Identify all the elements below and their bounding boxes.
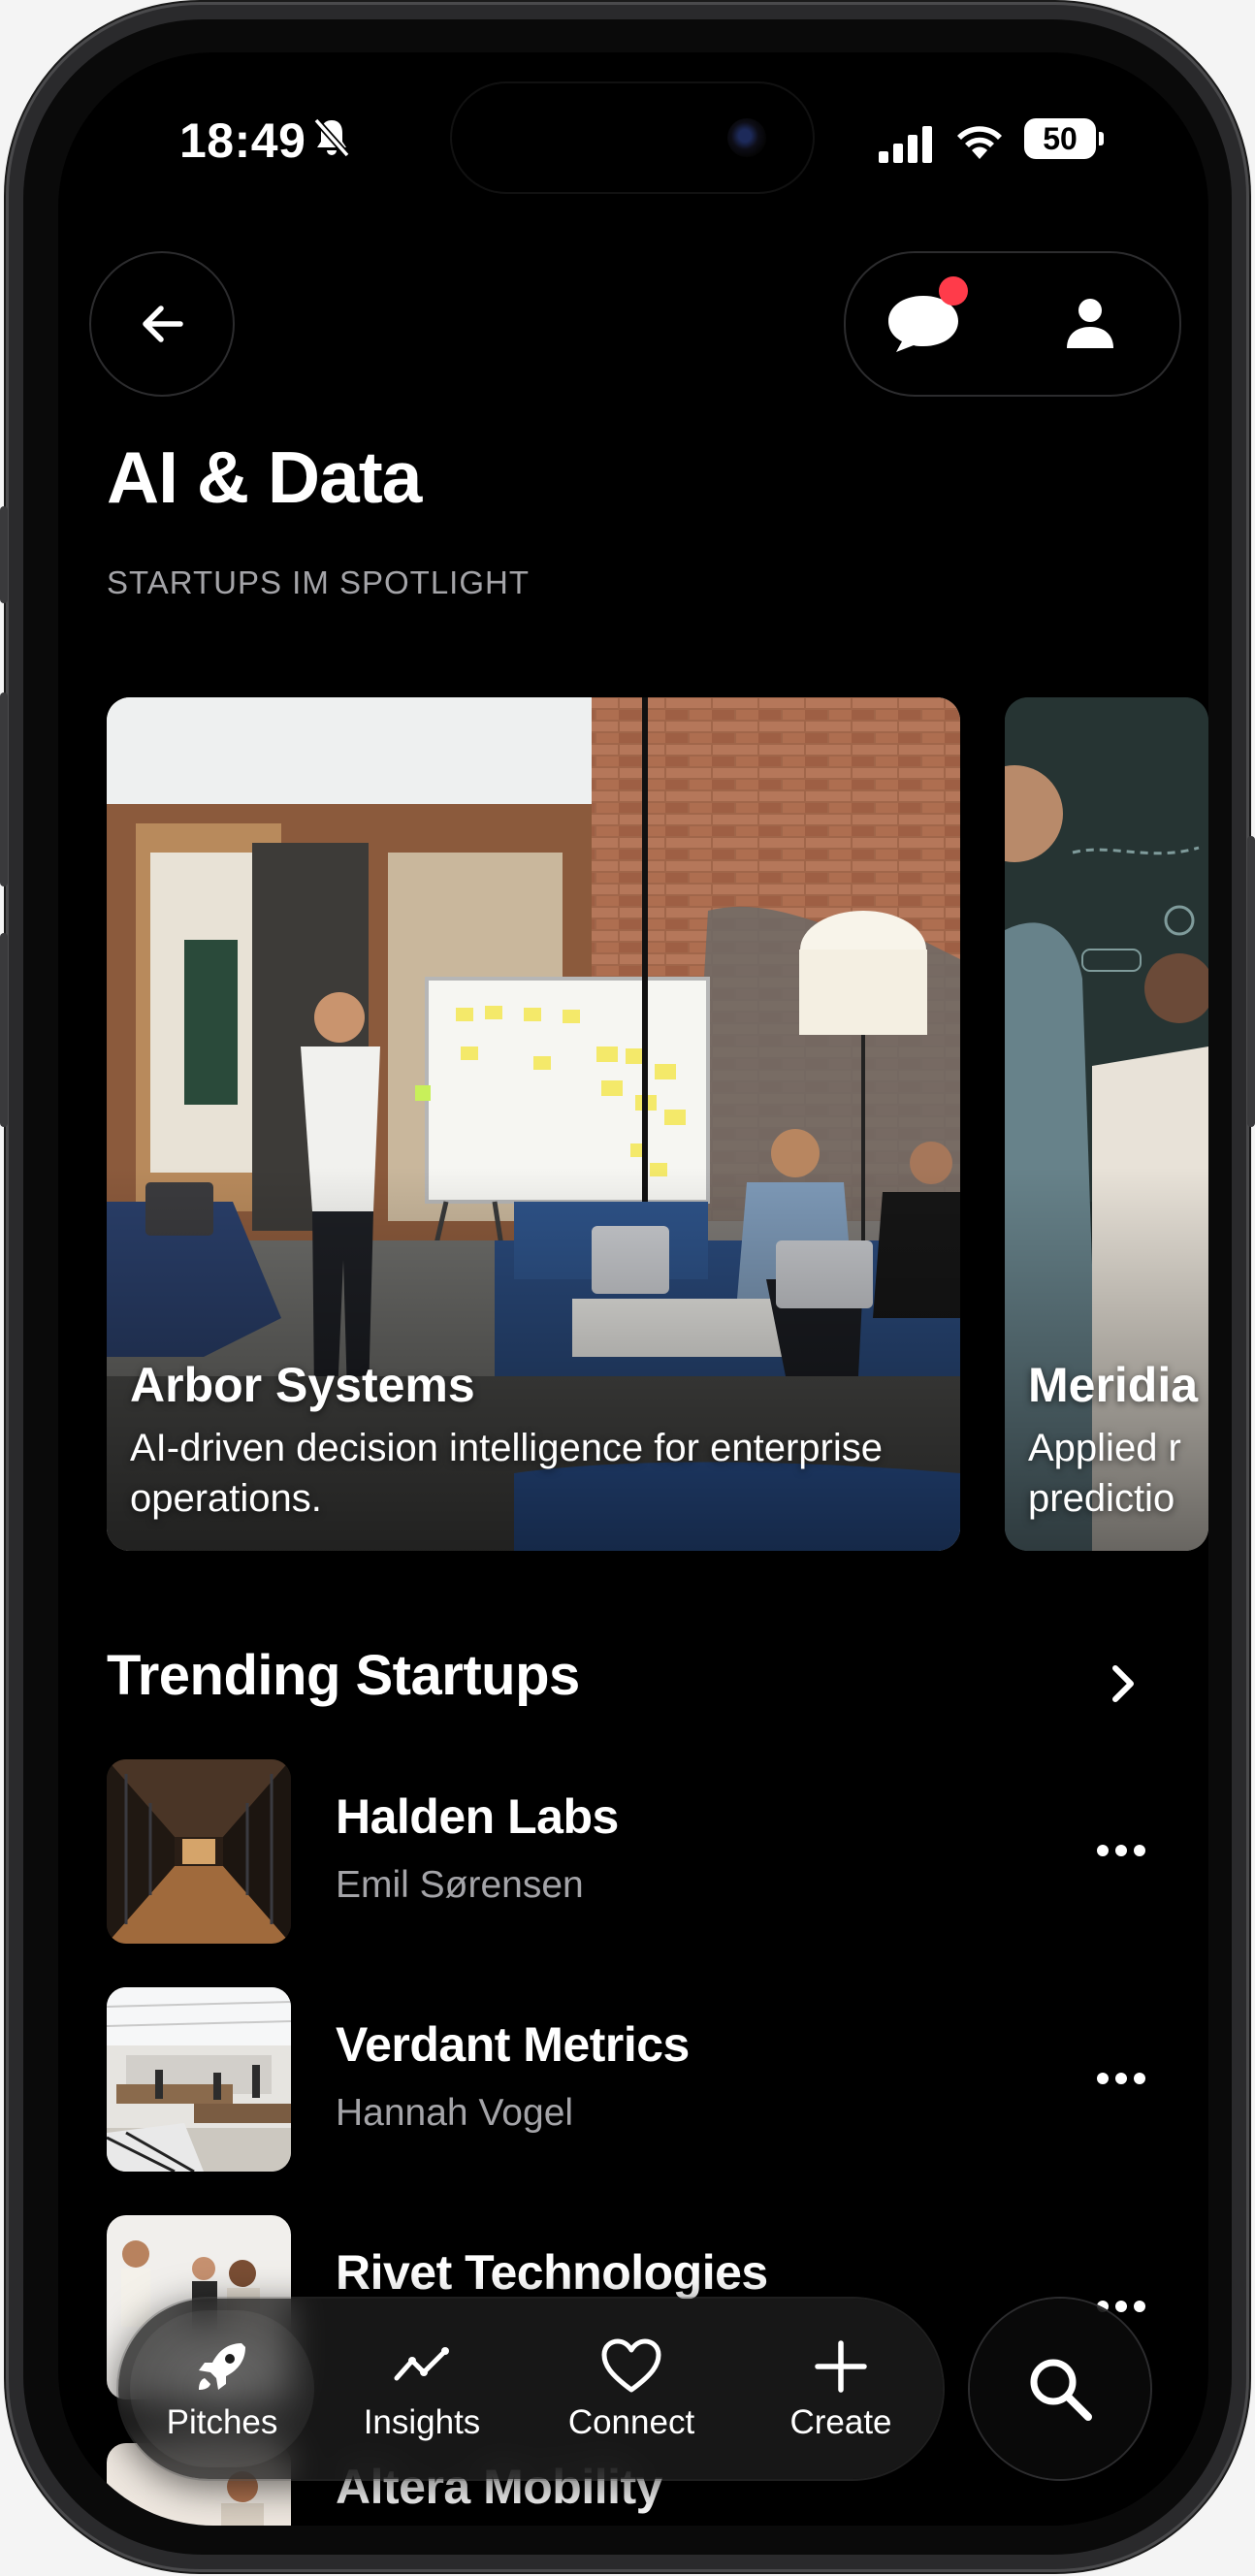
spotlight-card[interactable]: Arbor Systems AI-driven decision intelli… [107,697,960,1551]
person-icon [1067,299,1113,348]
page-title: AI & Data [107,436,422,518]
section-kicker: STARTUPS IM SPOTLIGHT [107,564,530,600]
tab-insights[interactable]: Insights [330,2299,514,2479]
header-action-pill [844,251,1181,397]
profile-button[interactable] [1013,253,1177,395]
heart-icon [601,2338,661,2393]
volume-up-button [0,692,8,886]
startup-name: Rivet Technologies [336,2245,768,2300]
rocket-icon [199,2343,245,2390]
open-office-photo [107,1987,291,2172]
tab-label: Create [789,2403,892,2441]
wifi-icon [957,126,1002,159]
bell-slash-icon [313,117,350,158]
search-button[interactable] [970,2299,1150,2479]
founder-name: Hannah Vogel [336,2092,574,2134]
screen: 18:49 50 AI & Data STARTUPS IM SPOTLIGHT… [58,52,1208,2526]
startup-thumbnail [107,1759,291,1944]
notification-badge [939,276,968,306]
tab-label: Pitches [166,2403,278,2441]
list-item[interactable]: Verdant Metrics Hannah Vogel [107,1987,1164,2172]
tab-bar: Pitches Insights Connect Create [118,2299,943,2479]
tab-create[interactable]: Create [749,2299,933,2479]
spotlight-card-title: Meridia [1028,1358,1199,1412]
startup-thumbnail [107,1987,291,2172]
startup-name: Halden Labs [336,1789,619,1844]
tab-label: Connect [567,2403,695,2441]
spotlight-card[interactable]: Meridia Applied r predictio [1005,697,1208,1551]
more-options-icon[interactable] [1096,1843,1146,1858]
status-bar: 18:49 50 [58,52,1208,227]
power-button [1247,836,1255,1127]
volume-down-button [0,933,8,1127]
tab-connect[interactable]: Connect [530,2299,733,2479]
trending-title: Trending Startups [107,1644,580,1707]
plus-icon [815,2340,867,2393]
camera-icon [727,118,766,157]
chevron-right-icon[interactable] [1104,1662,1142,1705]
list-item[interactable]: Halden Labs Emil Sørensen [107,1759,1164,1944]
spotlight-card-description: AI-driven decision intelligence for ente… [130,1427,883,1520]
startup-name: Verdant Metrics [336,2017,690,2072]
spotlight-card-description: Applied r predictio [1028,1427,1181,1520]
founder-name: Emil Sørensen [336,1864,584,1906]
trend-line-icon [394,2347,449,2381]
dynamic-island [452,83,813,192]
cellular-signal-icon [879,126,932,163]
search-icon [1030,2359,1092,2421]
status-time: 18:49 [179,113,306,168]
back-button[interactable] [89,251,235,397]
phone-frame: 18:49 50 AI & Data STARTUPS IM SPOTLIGHT… [0,2,1255,2572]
tab-label: Insights [363,2403,481,2441]
tab-pitches[interactable]: Pitches [130,2299,314,2479]
messages-button[interactable] [846,253,1011,395]
action-button [0,506,8,603]
arrow-left-icon [143,306,183,342]
spotlight-card-title: Arbor Systems [130,1358,475,1412]
battery-indicator: 50 [1024,118,1104,159]
more-options-icon[interactable] [1096,2071,1146,2086]
corridor-photo [107,1759,291,1944]
